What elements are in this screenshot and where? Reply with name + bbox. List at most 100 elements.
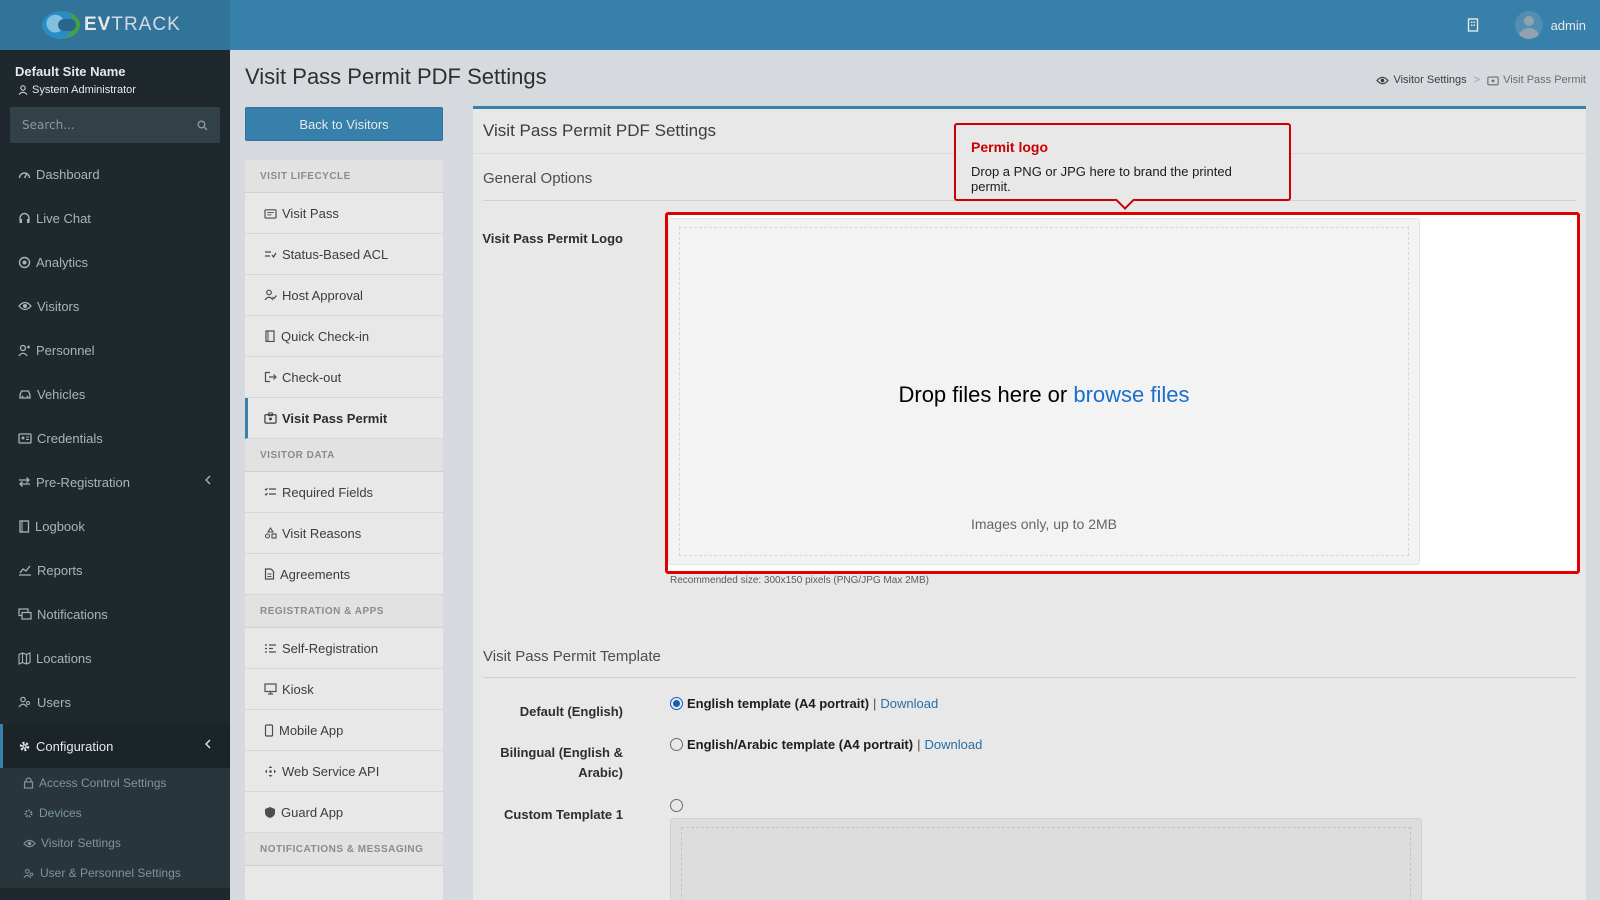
sidebar-item-live-chat[interactable]: Live Chat [0,196,230,240]
sidebar-item-configuration[interactable]: Configuration [0,724,230,768]
exchange-icon [19,477,30,487]
permit-logo-tooltip: Permit logo Drop a PNG or JPG here to br… [954,123,1291,201]
logo-mark-icon [38,10,84,40]
template-option-english: English template (A4 portrait) | Download [670,696,938,711]
nav-section-title: REGISTRATION & APPS [245,595,443,628]
user-avatar[interactable] [1514,11,1543,39]
user-check-icon [264,289,277,301]
chevron-left-icon [205,739,211,749]
tooltip-text: Drop a PNG or JPG here to brand the prin… [971,164,1232,194]
nav-item-visit-pass[interactable]: Visit Pass [245,193,443,234]
submenu-item-devices[interactable]: Devices [0,798,230,828]
radio-english-template[interactable] [670,697,683,710]
download-bilingual-link[interactable]: Download [924,737,982,752]
back-to-visitors-button[interactable]: Back to Visitors [245,107,443,141]
eye-icon [23,839,36,847]
sidebar-item-notifications[interactable]: Notifications [0,592,230,636]
settings-nav: VISIT LIFECYCLE Visit Pass Status-Based … [245,160,443,900]
target-icon [18,256,31,268]
message-icon [18,608,32,620]
nav-item-check-out[interactable]: Check-out [245,357,443,398]
nav-item-mobile-app[interactable]: Mobile App [245,710,443,751]
user-icon [18,85,28,95]
id-badge-icon [264,412,277,424]
shapes-icon [264,527,277,539]
radio-bilingual-template[interactable] [670,738,683,751]
sidebar-item-personnel[interactable]: Personnel [0,328,230,372]
car-icon [19,390,31,399]
sidebar-item-vehicles[interactable]: Vehicles [0,372,230,416]
mobile-icon [264,723,274,737]
nav-item-guard-app[interactable]: Guard App [245,792,443,833]
document-icon [264,568,275,580]
user-tie-icon [18,344,30,356]
id-badge-icon [1487,76,1499,85]
nav-item-host-approval[interactable]: Host Approval [245,275,443,316]
monitor-icon [264,683,277,695]
sidebar-item-locations[interactable]: Locations [0,636,230,680]
nav-item-web-service-api[interactable]: Web Service API [245,751,443,792]
arrows-icon [265,765,276,777]
search-icon [197,120,208,131]
nav-section-title: VISIT LIFECYCLE [245,160,443,193]
sidebar-item-visitors[interactable]: Visitors [0,284,230,328]
map-icon [18,651,31,665]
nav-item-self-registration[interactable]: Self-Registration [245,628,443,669]
logo-field-label: Visit Pass Permit Logo [482,231,623,246]
grid-icon [265,643,276,653]
breadcrumb-visitor-settings[interactable]: Visitor Settings [1393,74,1466,86]
submenu-item-access-control-settings[interactable]: Access Control Settings [0,768,230,798]
devices-icon [24,809,33,817]
sidebar-item-users[interactable]: Users [0,680,230,724]
user-role: System Administrator [0,79,230,96]
book-icon [19,519,30,533]
headset-icon [19,212,30,223]
sidebar-item-dashboard[interactable]: Dashboard [0,152,230,196]
building-icon[interactable] [1463,15,1483,35]
page-title: Visit Pass Permit PDF Settings [245,64,547,89]
logo-dropzone[interactable]: Drop files here or browse files Images o… [668,218,1420,565]
browse-files-link[interactable]: browse files [1073,382,1189,407]
sidebar-item-credentials[interactable]: Credentials [0,416,230,460]
chevron-left-icon [205,475,211,485]
id-card-icon [18,433,32,444]
nav-item-status-based-acl[interactable]: Status-Based ACL [245,234,443,275]
logo-help-text: Recommended size: 300x150 pixels (PNG/JP… [670,575,929,586]
sidebar-search-input[interactable]: Search... [10,107,220,143]
nav-item-visit-pass-permit[interactable]: Visit Pass Permit [245,398,443,439]
submenu-item-user-personnel-settings[interactable]: User & Personnel Settings [0,858,230,888]
template-label-bilingual: Bilingual (English & Arabic) [500,745,623,780]
tooltip-title: Permit logo [971,139,1049,155]
top-navbar: EVTRACK admin [0,0,1600,50]
user-name[interactable]: admin [1551,18,1586,33]
download-english-link[interactable]: Download [880,696,938,711]
nav-section-title: VISITOR DATA [245,439,443,472]
section-general-options: General Options [483,170,593,187]
eye-icon [18,301,32,311]
sidebar-item-pre-registration[interactable]: Pre-Registration [0,460,230,504]
nav-item-kiosk[interactable]: Kiosk [245,669,443,710]
brand-logo[interactable]: EVTRACK [0,0,230,50]
list-check-icon [265,250,277,258]
nav-item-visit-reasons[interactable]: Visit Reasons [245,513,443,554]
nav-item-quick-check-in[interactable]: Quick Check-in [245,316,443,357]
radio-custom-template-1[interactable] [670,799,683,812]
users-icon [23,868,34,878]
sidebar-item-logbook[interactable]: Logbook [0,504,230,548]
breadcrumb-visit-pass-permit: Visit Pass Permit [1503,74,1586,86]
template-label-custom-1: Custom Template 1 [504,807,623,822]
dropzone-note: Images only, up to 2MB [970,516,1118,532]
breadcrumb: Visitor Settings > Visit Pass Permit [1376,74,1586,86]
nav-item-required-fields[interactable]: Required Fields [245,472,443,513]
gear-icon [19,741,30,751]
template-label-default: Default (English) [519,704,623,719]
sidebar-item-analytics[interactable]: Analytics [0,240,230,284]
custom-template-dropzone[interactable] [670,818,1422,900]
nav-item-agreements[interactable]: Agreements [245,554,443,595]
sidebar-item-reports[interactable]: Reports [0,548,230,592]
shield-icon [265,806,275,818]
lock-icon [23,777,34,789]
section-template: Visit Pass Permit Template [483,648,661,665]
template-option-bilingual: English/Arabic template (A4 portrait) | Do… [670,737,982,752]
submenu-item-visitor-settings[interactable]: Visitor Settings [0,828,230,858]
